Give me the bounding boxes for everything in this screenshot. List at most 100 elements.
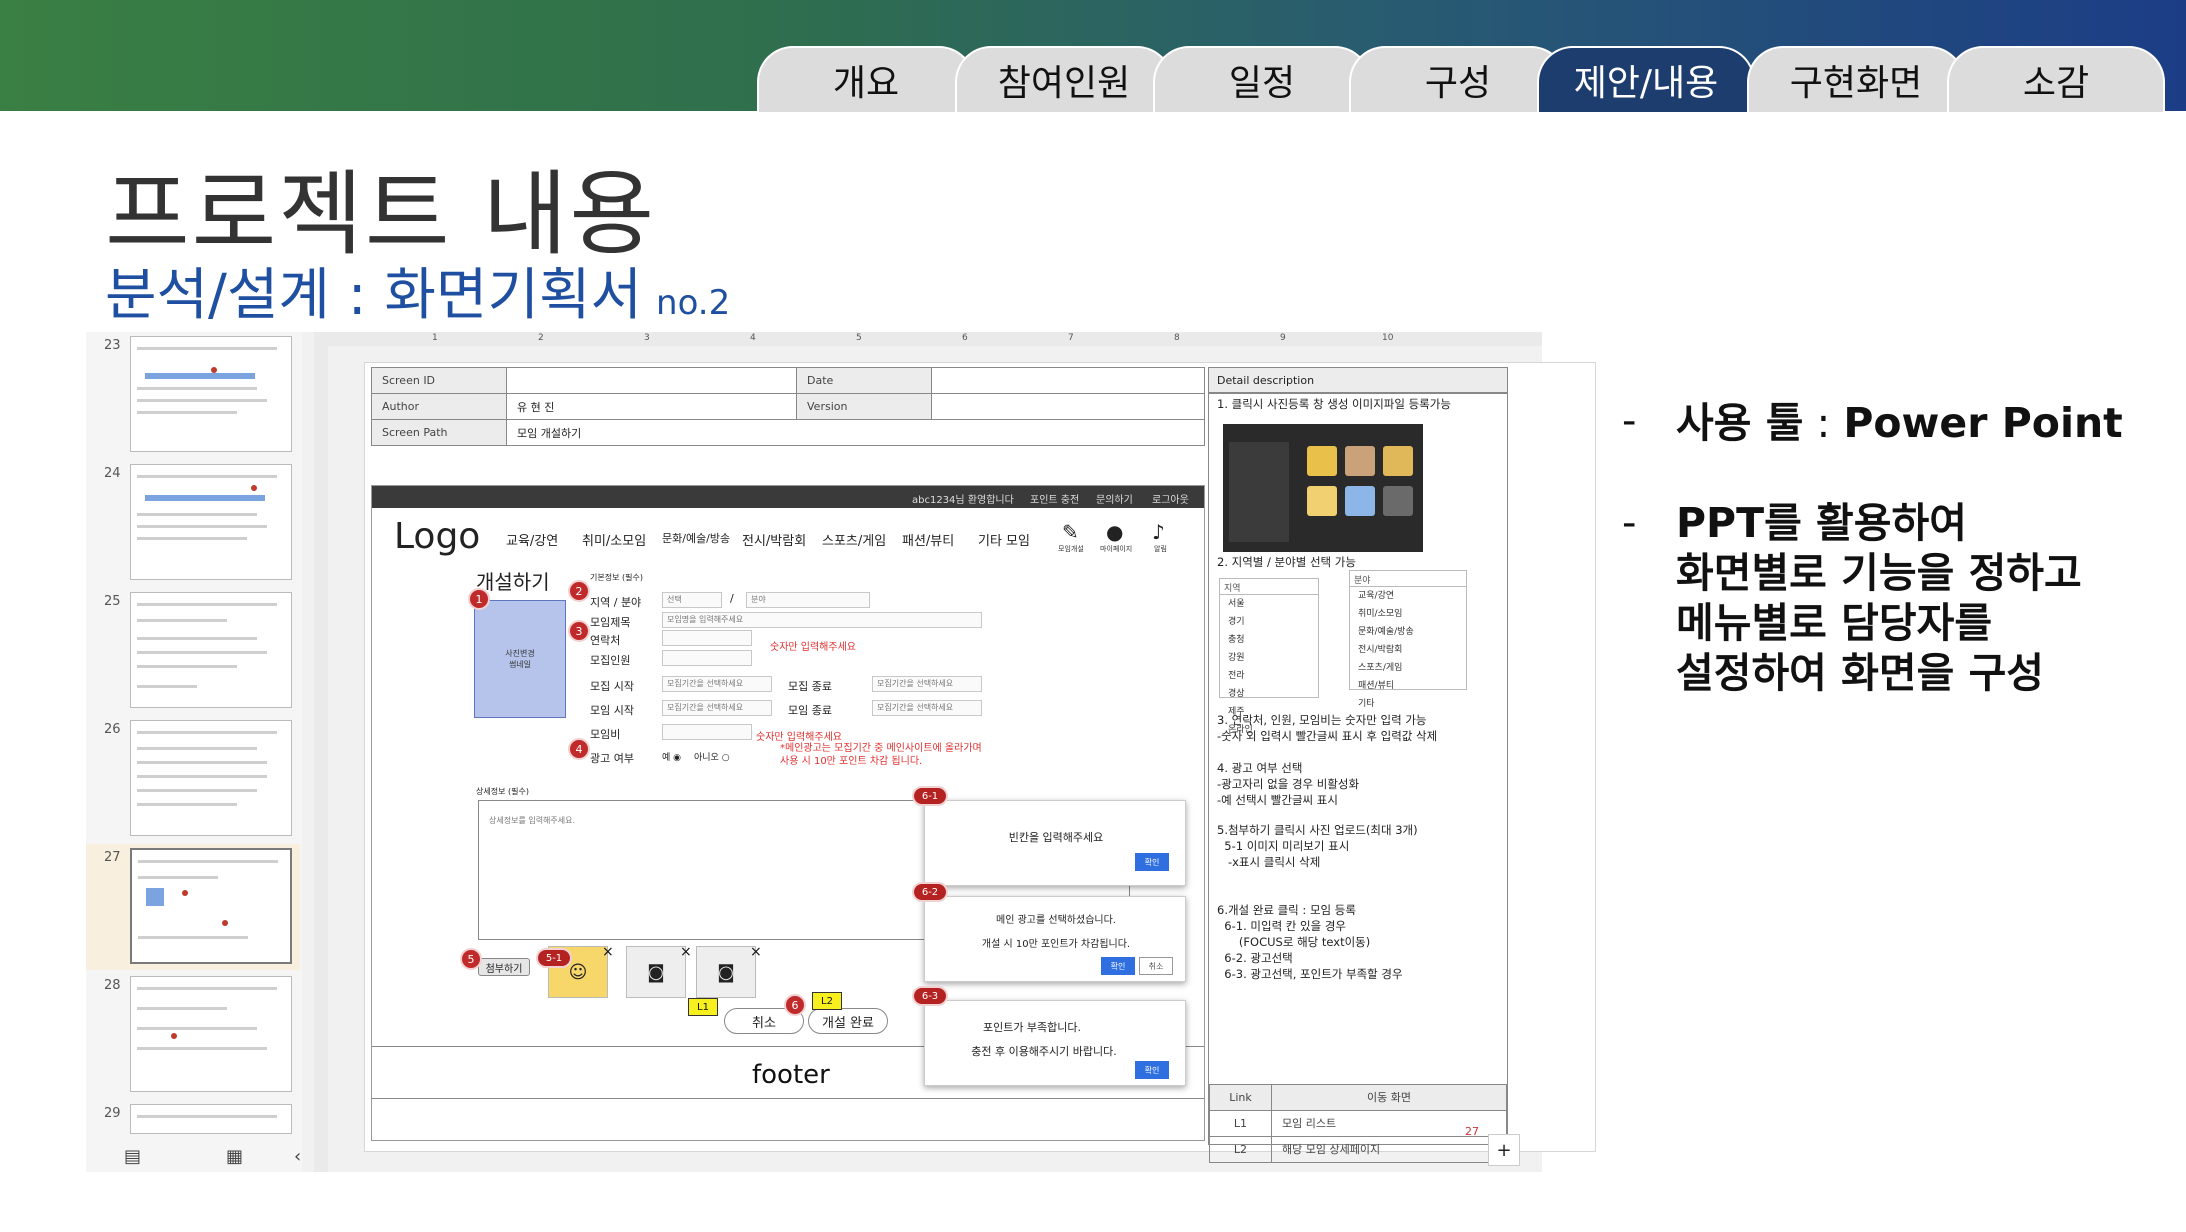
camera-slot[interactable]: ◙ bbox=[626, 946, 686, 998]
thumbnail-row[interactable]: 28 bbox=[86, 972, 300, 1098]
thumbnail-number: 28 bbox=[104, 978, 121, 993]
bell-icon[interactable]: ♪ bbox=[1152, 520, 1165, 544]
link-id: L2 bbox=[1209, 1136, 1272, 1163]
camera-slot[interactable]: ◙ bbox=[696, 946, 756, 998]
members-label: 모집인원 bbox=[590, 654, 631, 667]
thumbnail-row-selected[interactable]: 27 bbox=[86, 844, 300, 970]
user-icon[interactable]: ● bbox=[1106, 520, 1123, 544]
tab-proposal[interactable]: 제안/내용 bbox=[1537, 46, 1755, 112]
menu-item[interactable]: 교육/강연 bbox=[506, 530, 558, 549]
region-listbox[interactable]: 지역 서울 경기 충청 강원 전라 경상 제주 온라인 bbox=[1219, 578, 1319, 735]
ruler-tick: 2 bbox=[538, 333, 544, 343]
thumbnail-row[interactable]: 23 bbox=[86, 332, 300, 458]
menu-item[interactable]: 문화/예술/방송 bbox=[662, 530, 730, 546]
menu-item[interactable]: 취미/소모임 bbox=[582, 530, 646, 549]
submit-button[interactable]: 개설 완료 bbox=[808, 1008, 888, 1034]
remove-image-icon[interactable]: × bbox=[680, 944, 692, 960]
region-option[interactable]: 경상 bbox=[1220, 685, 1318, 703]
callout-badge: 5-1 bbox=[536, 948, 572, 968]
mock-logo[interactable]: Logo bbox=[394, 516, 480, 557]
meet-end-input[interactable]: 모집기간을 선택하세요 bbox=[872, 700, 982, 716]
bullet-dash: - bbox=[1622, 398, 1637, 444]
region-option[interactable]: 서울 bbox=[1220, 595, 1318, 613]
members-input[interactable] bbox=[662, 650, 752, 666]
field-option[interactable]: 취미/소모임 bbox=[1350, 605, 1466, 623]
field-option[interactable]: 전시/박람회 bbox=[1350, 641, 1466, 659]
region-option[interactable]: 강원 bbox=[1220, 649, 1318, 667]
inquiry-link[interactable]: 문의하기 bbox=[1096, 491, 1133, 506]
field-option[interactable]: 문화/예술/방송 bbox=[1350, 623, 1466, 641]
slide-thumbnail-selected[interactable] bbox=[130, 848, 292, 964]
dialog-confirm-button[interactable]: 확인 bbox=[1101, 957, 1135, 975]
region-select[interactable]: 선택 bbox=[662, 592, 722, 608]
remove-image-icon[interactable]: × bbox=[750, 944, 762, 960]
callout-badge: 3 bbox=[568, 620, 590, 642]
remove-image-icon[interactable]: × bbox=[602, 944, 614, 960]
attach-button[interactable]: 첨부하기 bbox=[478, 958, 530, 976]
field-select[interactable]: 분야 bbox=[746, 592, 870, 608]
field-option[interactable]: 기타 bbox=[1350, 695, 1466, 713]
region-option[interactable]: 전라 bbox=[1220, 667, 1318, 685]
slide-thumbnail[interactable] bbox=[130, 464, 292, 580]
thumbnail-row[interactable]: 25 bbox=[86, 588, 300, 714]
tab-overview[interactable]: 개요 bbox=[757, 46, 975, 112]
fee-label: 모임비 bbox=[590, 728, 621, 741]
menu-item[interactable]: 스포츠/게임 bbox=[822, 530, 886, 549]
dialog-cancel-button[interactable]: 취소 bbox=[1139, 957, 1173, 975]
slide-thumbnail[interactable] bbox=[130, 720, 292, 836]
callout-badge: 6-2 bbox=[912, 882, 948, 902]
ad-yes-radio[interactable]: 예 ◉ bbox=[662, 750, 681, 763]
tab-members[interactable]: 참여인원 bbox=[955, 46, 1173, 112]
tab-review[interactable]: 소감 bbox=[1947, 46, 2165, 112]
screen-id-label: Screen ID bbox=[371, 367, 507, 394]
ad-yes-label: 예 bbox=[662, 753, 671, 763]
ruler-tick: 1 bbox=[432, 333, 438, 343]
field-option[interactable]: 교육/강연 bbox=[1350, 587, 1466, 605]
thumbnail-upload-box[interactable]: 사진변경 썸네일 bbox=[474, 600, 566, 718]
logout-link[interactable]: 로그아웃 bbox=[1152, 491, 1189, 506]
field-listbox[interactable]: 분야 교육/강연 취미/소모임 문화/예술/방송 전시/박람회 스포츠/게임 패… bbox=[1349, 570, 1467, 709]
region-option[interactable]: 경기 bbox=[1220, 613, 1318, 631]
thumbnail-row[interactable]: 29 bbox=[86, 1100, 300, 1136]
tab-structure[interactable]: 구성 bbox=[1349, 46, 1567, 112]
ad-selected-dialog: 메인 광고를 선택하셨습니다. 개설 시 10만 포인트가 차감됩니다. 확인 … bbox=[924, 896, 1186, 982]
grid-view-icon[interactable]: ▤ bbox=[124, 1146, 141, 1167]
menu-item[interactable]: 전시/박람회 bbox=[742, 530, 806, 549]
callout-badge: 5 bbox=[460, 948, 482, 970]
create-meeting-icon[interactable]: ✎ bbox=[1062, 520, 1079, 544]
recruit-start-input[interactable]: 모집기간을 선택하세요 bbox=[662, 676, 772, 692]
collapse-chevron-icon[interactable]: ‹ bbox=[294, 1146, 301, 1167]
menu-item[interactable]: 패션/뷰티 bbox=[902, 530, 954, 549]
meeting-name-input[interactable]: 모임명을 입력해주세요 bbox=[662, 612, 982, 628]
region-option[interactable]: 충청 bbox=[1220, 631, 1318, 649]
field-option[interactable]: 패션/뷰티 bbox=[1350, 677, 1466, 695]
filmstrip-view-icon[interactable]: ▦ bbox=[226, 1146, 243, 1167]
camera-icon: ◙ bbox=[647, 961, 665, 983]
file-dialog-preview bbox=[1223, 424, 1423, 552]
meeting-name-label: 모임제목 bbox=[590, 616, 631, 629]
menu-item[interactable]: 기타 모임 bbox=[978, 530, 1030, 549]
point-charge-link[interactable]: 포인트 충전 bbox=[1030, 491, 1079, 506]
thumbnail-row[interactable]: 24 bbox=[86, 460, 300, 586]
contact-input[interactable] bbox=[662, 630, 752, 646]
slide-thumbnail[interactable] bbox=[130, 592, 292, 708]
ad-no-radio[interactable]: 아니오 ○ bbox=[694, 750, 730, 763]
dialog-confirm-button[interactable]: 확인 bbox=[1135, 1061, 1169, 1079]
field-option[interactable]: 스포츠/게임 bbox=[1350, 659, 1466, 677]
file-thumb bbox=[1383, 446, 1413, 476]
slide-thumbnail[interactable] bbox=[130, 1104, 292, 1134]
tab-schedule[interactable]: 일정 bbox=[1153, 46, 1371, 112]
thumbnail-row[interactable]: 26 bbox=[86, 716, 300, 842]
meet-start-input[interactable]: 모집기간을 선택하세요 bbox=[662, 700, 772, 716]
add-comment-icon[interactable]: + bbox=[1488, 1134, 1520, 1166]
slide-thumbnail[interactable] bbox=[130, 336, 292, 452]
recruit-end-input[interactable]: 모집기간을 선택하세요 bbox=[872, 676, 982, 692]
vertical-ruler bbox=[314, 346, 328, 1172]
thumbnail-number: 26 bbox=[104, 722, 121, 737]
fee-input[interactable] bbox=[662, 724, 752, 740]
dialog-confirm-button[interactable]: 확인 bbox=[1135, 853, 1169, 871]
slide-canvas[interactable]: Screen ID Date Author 유 현 진 Version Scre… bbox=[364, 362, 1596, 1163]
ruler-tick: 4 bbox=[750, 333, 756, 343]
tab-screens[interactable]: 구현화면 bbox=[1747, 46, 1965, 112]
slide-thumbnail[interactable] bbox=[130, 976, 292, 1092]
